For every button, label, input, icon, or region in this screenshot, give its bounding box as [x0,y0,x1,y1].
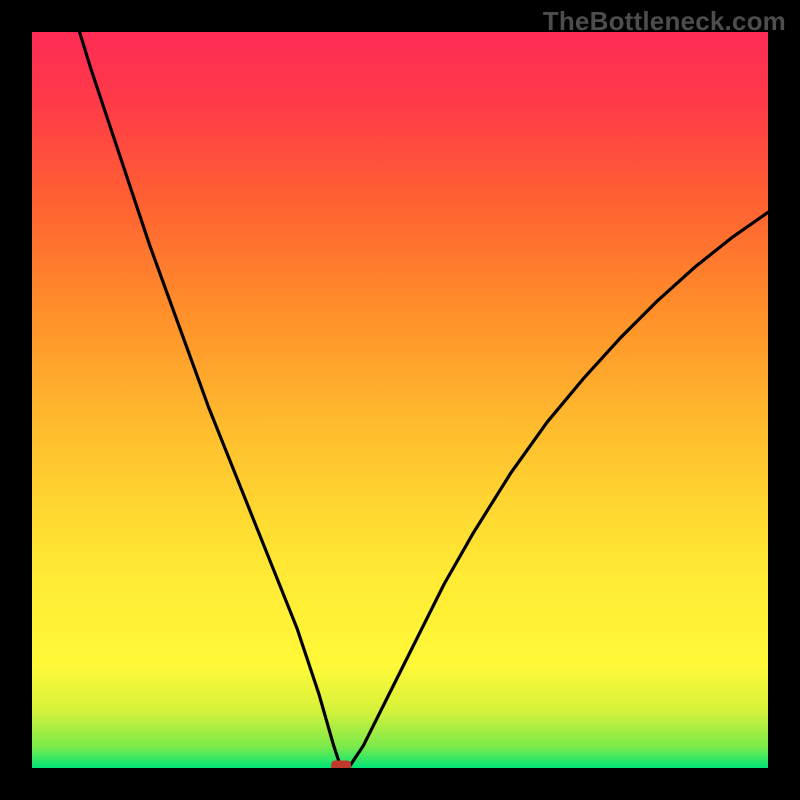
gradient-background [32,32,768,768]
optimal-marker [331,761,351,769]
chart-svg [32,32,768,768]
watermark-text: TheBottleneck.com [543,6,786,37]
plot-area [32,32,768,768]
chart-frame: TheBottleneck.com [0,0,800,800]
